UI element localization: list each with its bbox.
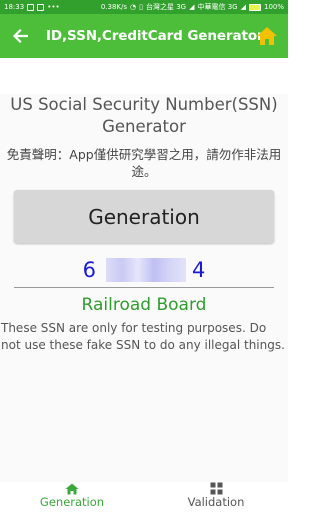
- battery-level: 100%: [263, 3, 284, 11]
- ssn-issuer: Railroad Board: [81, 295, 207, 315]
- battery-icon: [248, 3, 261, 11]
- app-bar: ID,SSN,CreditCard Generator: [0, 14, 288, 58]
- header-spacer: [0, 58, 288, 94]
- grid-icon: [210, 482, 222, 495]
- tab-validation-label: Validation: [187, 495, 245, 509]
- notification-icon: [27, 3, 35, 11]
- home-icon: [65, 483, 79, 494]
- testing-notice: These SSN are only for testing purposes.…: [1, 321, 285, 352]
- content-area: US Social Security Number(SSN) Generator…: [0, 58, 288, 482]
- ssn-suffix: 4: [192, 258, 206, 282]
- generation-button[interactable]: Generation: [14, 190, 274, 243]
- back-arrow-icon: [12, 28, 28, 44]
- disclaimer-text: 免責聲明：App僅供研究學習之用，請勿作非法用途。: [6, 147, 282, 179]
- tab-generation[interactable]: Generation: [0, 482, 144, 512]
- tab-generation-label: Generation: [39, 495, 105, 509]
- tab-validation[interactable]: Validation: [144, 482, 288, 512]
- app-title: ID,SSN,CreditCard Generator: [46, 28, 264, 44]
- vibrate-icon: ▯: [139, 3, 143, 11]
- status-dots: •••: [47, 3, 60, 11]
- page-title: US Social Security Number(SSN) Generator: [10, 95, 278, 136]
- app-notification-icon: [37, 3, 45, 11]
- ssn-output[interactable]: 64: [14, 256, 274, 286]
- carrier-1: 台灣之星 3G: [145, 3, 187, 11]
- bottom-navigation: Generation Validation: [0, 482, 288, 512]
- home-icon: [257, 27, 277, 45]
- network-speed: 0.38K/s: [100, 3, 128, 11]
- wifi-icon: ◔: [130, 3, 137, 11]
- ssn-underline: [14, 287, 274, 288]
- back-button[interactable]: [0, 14, 40, 58]
- ssn-redaction-mask: [106, 258, 186, 282]
- ssn-prefix: 6: [82, 258, 96, 282]
- carrier-2: 中華電信 3G: [197, 3, 238, 11]
- home-button[interactable]: [254, 23, 280, 49]
- signal-icon-2: ◢: [240, 3, 246, 11]
- status-time: 18:33: [4, 3, 25, 11]
- status-bar: 18:33 ••• 0.38K/s ◔ ▯ 台灣之星 3G ◢ 中華電信 3G …: [0, 0, 288, 14]
- signal-icon-1: ◢: [189, 3, 195, 11]
